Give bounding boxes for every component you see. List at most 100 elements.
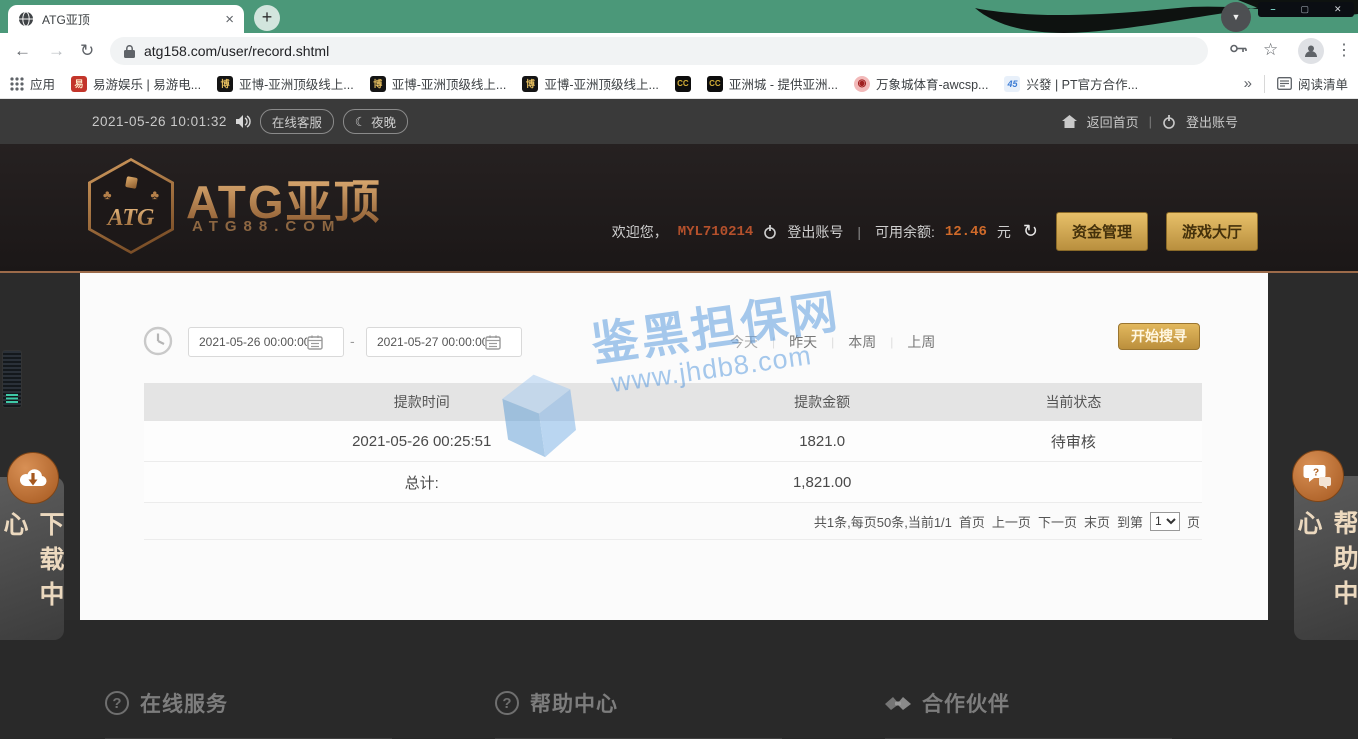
column-header: 提款金额 (699, 392, 944, 412)
night-mode-label: 夜晚 (371, 112, 396, 131)
tab-close-icon[interactable]: × (225, 11, 234, 28)
bookmark-label: 亚博-亚洲顶级线上... (239, 74, 354, 93)
calendar-icon[interactable] (307, 335, 323, 350)
date-from-input[interactable] (189, 335, 307, 349)
funds-management-button[interactable]: 资金管理 (1056, 212, 1148, 251)
pagination-bar: 共1条,每页50条,当前1/1 首页 上一页 下一页 末页 到第 1 页 (144, 503, 1202, 540)
person-icon (1303, 43, 1319, 59)
reading-list-label: 阅读清单 (1298, 74, 1348, 93)
bookmark-item[interactable]: CC (675, 76, 691, 92)
power-icon (763, 225, 777, 239)
game-lobby-button[interactable]: 游戏大厅 (1166, 212, 1258, 251)
bookmark-item[interactable]: ◉ 万象城体育-awcsp... (854, 74, 989, 93)
window-close-button[interactable]: ✕ (1334, 5, 1342, 14)
night-mode-button[interactable]: ☾ 夜晚 (343, 109, 408, 134)
bookmark-favicon: 博 (522, 76, 538, 92)
bookmark-item[interactable]: 易 易游娱乐 | 易游电... (71, 74, 201, 93)
bookmarks-overflow-icon[interactable]: » (1244, 75, 1252, 92)
bookmark-label: 亚博-亚洲顶级线上... (392, 74, 507, 93)
new-tab-button[interactable]: + (254, 5, 280, 31)
refresh-balance-icon[interactable]: ↻ (1023, 221, 1038, 242)
password-key-icon[interactable] (1230, 43, 1247, 54)
url-omnibox[interactable]: atg158.com/user/record.shtml (110, 37, 1208, 65)
chevron-down-button[interactable]: ▼ (1221, 2, 1251, 32)
reading-list-button[interactable]: 阅读清单 (1277, 74, 1348, 93)
browser-menu-icon[interactable]: ⋮ (1336, 40, 1352, 60)
calendar-icon[interactable] (485, 335, 501, 350)
chat-question-icon: ? (1303, 463, 1333, 489)
column-header: 当前状态 (945, 392, 1202, 412)
first-page-link[interactable]: 首页 (959, 512, 985, 531)
profile-avatar[interactable] (1298, 38, 1324, 64)
logout-link[interactable]: 登出账号 (1186, 112, 1238, 131)
bookmark-item[interactable]: 博 亚博-亚洲顶级线上... (370, 74, 507, 93)
quick-link-today[interactable]: 今天 (730, 332, 758, 352)
download-center-button[interactable] (7, 452, 59, 504)
prev-page-link[interactable]: 上一页 (992, 512, 1031, 531)
help-center-button[interactable]: ? (1292, 450, 1344, 502)
divider: | (772, 335, 775, 349)
header-logout-link[interactable]: 登出账号 (787, 222, 843, 242)
club-icon: ♣ (150, 187, 159, 202)
bookmark-favicon: ◉ (854, 76, 870, 92)
window-minimize-button[interactable]: – (1270, 5, 1275, 14)
site-favicon-globe-icon (18, 11, 34, 27)
footer-section-help-center: ? 帮助中心 (495, 688, 782, 739)
bookmark-favicon: 易 (71, 76, 87, 92)
help-center-label: 帮助中心 (1290, 510, 1358, 640)
mini-player-widget[interactable] (2, 350, 22, 408)
date-to-input[interactable] (367, 335, 485, 349)
quick-link-last-week[interactable]: 上周 (907, 332, 935, 352)
logo-hexagon[interactable]: ♣ ♣ ATG (88, 158, 174, 254)
next-page-link[interactable]: 下一页 (1038, 512, 1077, 531)
download-center-label: 下载中心 (0, 511, 68, 640)
bookmark-item[interactable]: 博 亚博-亚洲顶级线上... (217, 74, 354, 93)
forward-button[interactable]: → (48, 41, 65, 61)
balance-label: 可用余额: (875, 222, 935, 242)
bookmark-label: 亚洲城 - 提供亚洲... (729, 74, 838, 93)
site-utility-bar: 2021-05-26 10:01:32 在线客服 ☾ 夜晚 返回首页 | (0, 99, 1358, 144)
window-maximize-button[interactable]: ▢ (1300, 5, 1309, 14)
footer-section-partners: 合作伙伴 (885, 688, 1172, 739)
apps-label: 应用 (30, 74, 55, 93)
cloud-download-icon (18, 466, 48, 490)
bookmark-star-icon[interactable]: ☆ (1263, 40, 1278, 60)
question-circle-icon: ? (495, 691, 519, 715)
bookmark-label: 万象城体育-awcsp... (876, 74, 989, 93)
bookmark-favicon: 博 (217, 76, 233, 92)
online-service-button[interactable]: 在线客服 (260, 109, 334, 134)
quick-link-yesterday[interactable]: 昨天 (789, 332, 817, 352)
table-row: 2021-05-26 00:25:51 1821.0 待审核 (144, 421, 1202, 462)
logo-monogram: ATG (91, 205, 171, 232)
divider: | (1149, 114, 1152, 129)
online-service-label: 在线客服 (272, 112, 322, 131)
footer-section-title: 帮助中心 (530, 688, 618, 718)
tab-title: ATG亚顶 (42, 11, 217, 28)
quick-link-this-week[interactable]: 本周 (848, 332, 876, 352)
balance-value: 12.46 (945, 224, 987, 240)
back-button[interactable]: ← (14, 41, 31, 61)
clock-icon (142, 325, 174, 357)
url-text: atg158.com/user/record.shtml (144, 43, 329, 59)
total-label-cell: 总计: (144, 472, 699, 493)
apps-grid-icon (10, 77, 24, 91)
date-from-field[interactable] (188, 327, 344, 357)
reload-button[interactable]: ↻ (80, 41, 94, 61)
bookmark-favicon: CC (675, 76, 691, 92)
browser-tab[interactable]: ATG亚顶 × (8, 5, 244, 33)
bookmarks-bar: 应用 易 易游娱乐 | 易游电... 博 亚博-亚洲顶级线上... 博 亚博-亚… (0, 69, 1358, 99)
last-page-link[interactable]: 末页 (1084, 512, 1110, 531)
power-icon (1162, 115, 1176, 129)
page-select[interactable]: 1 (1150, 512, 1180, 531)
apps-shortcut[interactable]: 应用 (10, 74, 55, 93)
bookmark-item[interactable]: CC 亚洲城 - 提供亚洲... (707, 74, 838, 93)
reading-list-icon (1277, 77, 1292, 90)
date-to-field[interactable] (366, 327, 522, 357)
speaker-icon[interactable] (236, 115, 251, 128)
date-range-dash: - (350, 333, 355, 349)
search-button[interactable]: 开始搜寻 (1118, 323, 1200, 350)
home-link[interactable]: 返回首页 (1087, 112, 1139, 131)
bookmark-item[interactable]: 博 亚博-亚洲顶级线上... (522, 74, 659, 93)
bookmark-favicon: 博 (370, 76, 386, 92)
bookmark-item[interactable]: 45 兴發 | PT官方合作... (1004, 74, 1138, 93)
